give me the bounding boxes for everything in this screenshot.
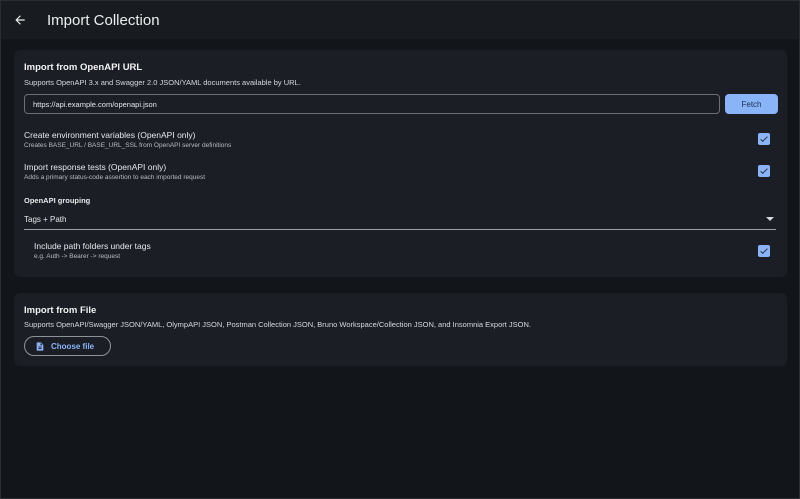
arrow-left-icon <box>15 15 25 25</box>
grouping-select-value: Tags + Path <box>24 215 67 224</box>
file-icon <box>36 341 44 351</box>
grouping-label: OpenAPI grouping <box>24 196 91 205</box>
openapi-url-input[interactable] <box>24 94 720 114</box>
check-icon <box>760 168 768 174</box>
check-icon <box>760 136 768 142</box>
fetch-button[interactable]: Fetch <box>725 94 778 114</box>
check-icon <box>760 248 768 254</box>
app-bar: Import Collection <box>1 1 799 39</box>
file-import-card: Import from File Supports OpenAPI/Swagge… <box>14 293 787 366</box>
import-collection-screen: Import Collection Import from OpenAPI UR… <box>0 0 800 499</box>
dropdown-arrow-icon <box>766 217 774 221</box>
back-button[interactable] <box>11 11 29 29</box>
choose-file-button[interactable]: Choose file <box>24 336 111 356</box>
choose-file-label: Choose file <box>51 341 95 351</box>
url-card-title: Import from OpenAPI URL <box>24 62 143 73</box>
file-card-title: Import from File <box>24 305 97 316</box>
path-folders-option-label: Include path folders under tags <box>34 241 151 251</box>
path-folders-checkbox[interactable] <box>758 245 770 257</box>
file-card-subtitle: Supports OpenAPI/Swagger JSON/YAML, Olym… <box>24 320 532 329</box>
env-vars-checkbox[interactable] <box>758 133 770 145</box>
env-vars-option-label: Create environment variables (OpenAPI on… <box>24 130 196 140</box>
url-card-subtitle: Supports OpenAPI 3.x and Swagger 2.0 JSO… <box>24 78 301 87</box>
grouping-select[interactable]: Tags + Path <box>24 211 776 230</box>
response-tests-option-label: Import response tests (OpenAPI only) <box>24 162 167 172</box>
response-tests-option-hint: Adds a primary status-code assertion to … <box>24 174 206 181</box>
page-title: Import Collection <box>47 11 160 29</box>
path-folders-option-hint: e.g. Auth -> Bearer -> request <box>34 253 120 260</box>
env-vars-option-hint: Creates BASE_URL / BASE_URL_SSL from Ope… <box>24 142 232 149</box>
response-tests-checkbox[interactable] <box>758 165 770 177</box>
openapi-url-card: Import from OpenAPI URL Supports OpenAPI… <box>14 50 787 277</box>
